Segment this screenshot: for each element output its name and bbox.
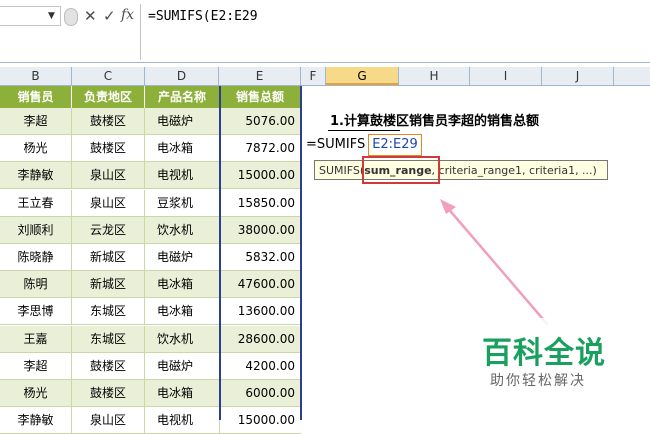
table-cell[interactable]: 电冰箱 — [145, 135, 220, 163]
table-header-cell[interactable]: 产品名称 — [145, 86, 220, 108]
table-cell[interactable]: 东城区 — [72, 298, 145, 326]
table-cell[interactable]: 泉山区 — [72, 162, 145, 190]
table-cell[interactable]: 鼓楼区 — [72, 108, 145, 135]
column-header-g[interactable]: G — [326, 67, 399, 85]
column-header-j[interactable]: J — [542, 67, 614, 85]
column-header-c[interactable]: C — [72, 67, 145, 85]
table-cell[interactable]: 泉山区 — [72, 189, 145, 217]
cancel-icon[interactable]: ✕ — [84, 7, 97, 25]
table-cell[interactable]: 李思博 — [0, 298, 72, 326]
highlight-box — [362, 156, 440, 184]
column-header-d[interactable]: D — [145, 67, 219, 85]
table-cell[interactable]: 新城区 — [72, 271, 145, 299]
formula-bar-divider — [140, 4, 141, 60]
table-cell[interactable]: 电冰箱 — [145, 298, 220, 326]
table-cell[interactable]: 李超 — [0, 352, 72, 380]
column-header-h[interactable]: H — [399, 67, 470, 85]
table-cell[interactable]: 王立春 — [0, 189, 72, 217]
cell-formula-range[interactable]: E2:E29 — [368, 134, 422, 156]
table-cell[interactable]: 28600.00 — [220, 325, 301, 353]
table-cell[interactable]: 38000.00 — [220, 216, 301, 244]
watermark-slogan: 助你轻松解决 — [490, 373, 586, 389]
table-cell[interactable]: 东城区 — [72, 325, 145, 353]
table-cell[interactable]: 陈晓静 — [0, 244, 72, 271]
table-cell[interactable]: 刘顺利 — [0, 216, 72, 244]
table-cell[interactable]: 15000.00 — [220, 162, 301, 190]
formula-bar: ▼ ✕ ✓ fx =SUMIFS(E2:E29 — [0, 0, 650, 63]
table-cell[interactable]: 电冰箱 — [145, 271, 220, 299]
watermark-logo: 百科全说 — [482, 336, 606, 371]
watermark: 百科全说 助你轻松解决 — [462, 318, 650, 420]
table-cell[interactable]: 杨光 — [0, 380, 72, 407]
table-cell[interactable]: 鼓楼区 — [72, 352, 145, 380]
table-header-cell[interactable]: 销售总额 — [220, 86, 301, 108]
column-header-f[interactable]: F — [301, 67, 326, 85]
table-cell[interactable]: 15000.00 — [220, 407, 301, 434]
enter-icon[interactable]: ✓ — [103, 7, 116, 25]
task-title: 1.计算鼓楼区销售员李超的销售总额 — [330, 114, 539, 129]
table-cell[interactable]: 47600.00 — [220, 271, 301, 299]
column-header-b[interactable]: B — [0, 67, 72, 85]
table-cell[interactable]: 5832.00 — [220, 244, 301, 271]
table-cell[interactable]: 15850.00 — [220, 189, 301, 217]
table-cell[interactable]: 李静敏 — [0, 407, 72, 434]
formula-input[interactable]: =SUMIFS(E2:E29 — [148, 9, 258, 24]
table-cell[interactable]: 电视机 — [145, 407, 220, 434]
table-cell[interactable]: 饮水机 — [145, 325, 220, 353]
table-cell[interactable]: 李静敏 — [0, 162, 72, 190]
table-cell[interactable]: 鼓楼区 — [72, 135, 145, 163]
function-tooltip[interactable]: SUMIFS(sum_range, criteria_range1, crite… — [314, 160, 608, 180]
insert-function-icon[interactable]: fx — [121, 7, 134, 23]
table-cell[interactable]: 豆浆机 — [145, 189, 220, 217]
tooltip-function: SUMIFS( — [319, 164, 365, 177]
table-cell[interactable]: 7872.00 — [220, 135, 301, 163]
table-cell[interactable]: 电磁炉 — [145, 352, 220, 380]
column-header-row: BCDEFGHIJ — [0, 67, 650, 86]
table-cell[interactable]: 杨光 — [0, 135, 72, 163]
table-cell[interactable]: 泉山区 — [72, 407, 145, 434]
title-underline — [328, 130, 400, 131]
table-cell[interactable]: 饮水机 — [145, 216, 220, 244]
table-cell[interactable]: 王嘉 — [0, 325, 72, 353]
table-cell[interactable]: 13600.00 — [220, 298, 301, 326]
table-cell[interactable]: 电磁炉 — [145, 108, 220, 135]
table-cell[interactable]: 4200.00 — [220, 352, 301, 380]
selection-border-right — [300, 86, 302, 420]
table-cell[interactable]: 李超 — [0, 108, 72, 135]
table-cell[interactable]: 云龙区 — [72, 216, 145, 244]
chevron-down-icon[interactable]: ▼ — [48, 11, 55, 21]
selection-border-left — [219, 86, 221, 420]
table-cell[interactable]: 电视机 — [145, 162, 220, 190]
resize-grip-icon[interactable] — [64, 8, 78, 26]
table-cell[interactable]: 6000.00 — [220, 380, 301, 407]
table-cell[interactable]: 鼓楼区 — [72, 380, 145, 407]
table-cell[interactable]: 电磁炉 — [145, 244, 220, 271]
cell-formula-function[interactable]: =SUMIFS — [306, 137, 365, 152]
table-header-cell[interactable]: 负责地区 — [72, 86, 145, 108]
tooltip-rest-args: , criteria_range1, criteria1, ...) — [431, 164, 597, 177]
column-header-e[interactable]: E — [219, 67, 301, 85]
table-cell[interactable]: 电冰箱 — [145, 380, 220, 407]
column-header-i[interactable]: I — [470, 67, 542, 85]
table-cell[interactable]: 新城区 — [72, 244, 145, 271]
table-header-cell[interactable]: 销售员 — [0, 86, 72, 108]
table-cell[interactable]: 陈明 — [0, 271, 72, 299]
table-cell[interactable]: 5076.00 — [220, 108, 301, 135]
